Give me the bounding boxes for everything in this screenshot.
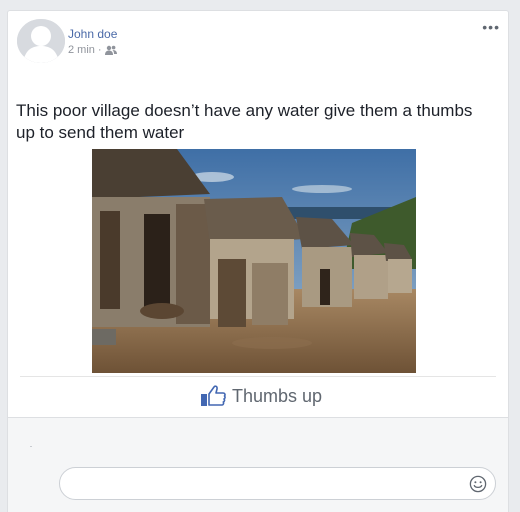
thumbs-up-button[interactable]: Thumbs up (200, 385, 322, 407)
divider-dot (30, 446, 32, 447)
avatar[interactable] (17, 19, 65, 63)
default-avatar-icon (17, 19, 65, 63)
friends-icon[interactable] (104, 45, 117, 55)
meta-separator: · (97, 44, 102, 56)
thumbs-up-label: Thumbs up (232, 385, 323, 406)
comment-input[interactable] (72, 474, 462, 494)
comment-section (8, 417, 508, 512)
post-text: This poor village doesn’t have any water… (16, 101, 473, 142)
thumbs-up-icon (201, 385, 226, 406)
smiley-icon[interactable] (469, 475, 487, 493)
timestamp[interactable]: 2 min (68, 44, 95, 56)
comment-box[interactable] (59, 467, 496, 500)
post-options-button[interactable]: ••• (482, 20, 500, 34)
divider (20, 376, 496, 377)
post-photo[interactable] (92, 149, 416, 373)
post-card: John doe 2 min · ••• This poor village d… (7, 10, 509, 512)
village-photo (92, 149, 416, 373)
post-meta: 2 min · (68, 44, 117, 56)
author-name[interactable]: John doe (68, 27, 117, 41)
